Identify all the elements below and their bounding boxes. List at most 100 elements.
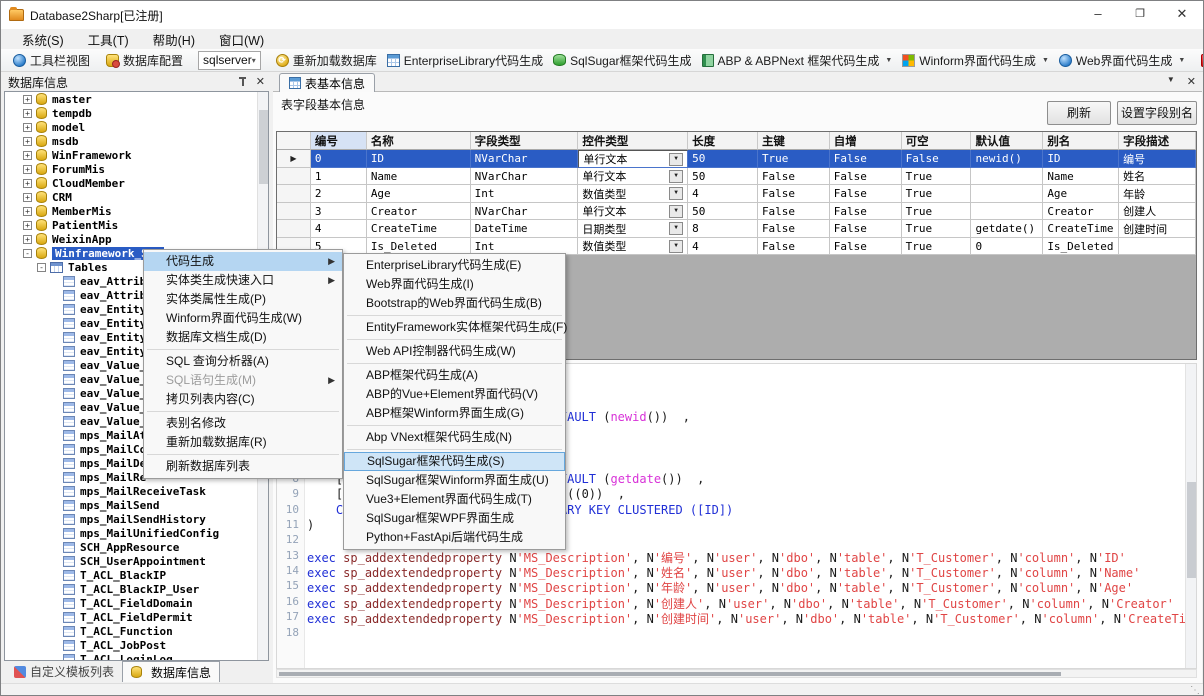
context-menu-item[interactable]: SQL语句生成(M)▶ bbox=[144, 371, 342, 390]
sql-horizontal-scrollbar[interactable] bbox=[276, 669, 1197, 678]
grid-cell[interactable]: CreateTime bbox=[367, 220, 471, 238]
grid-cell[interactable]: False bbox=[830, 150, 902, 168]
close-button[interactable]: ✕ bbox=[1161, 1, 1203, 29]
grid-column-header[interactable]: 名称 bbox=[367, 132, 471, 150]
sidebar-item-database[interactable]: +tempdb bbox=[5, 106, 268, 120]
menubar-item[interactable]: 帮助(H) bbox=[142, 29, 206, 50]
expander-plus-icon[interactable]: + bbox=[23, 193, 32, 202]
grid-cell[interactable]: False bbox=[758, 220, 830, 238]
expander-plus-icon[interactable]: + bbox=[23, 179, 32, 188]
table-row[interactable]: ▶0IDNVarChar单行文本▼50TrueFalseFalsenewid()… bbox=[277, 150, 1196, 168]
context-menu-item[interactable]: 重新加载数据库(R) bbox=[144, 433, 342, 452]
submenu-item[interactable]: Vue3+Element界面代码生成(T) bbox=[344, 490, 565, 509]
grid-cell[interactable]: DateTime bbox=[471, 220, 579, 238]
context-menu-item[interactable]: 表别名修改 bbox=[144, 414, 342, 433]
grid-cell[interactable]: False bbox=[830, 238, 902, 256]
submenu-item[interactable]: ABP框架代码生成(A) bbox=[344, 366, 565, 385]
expander-minus-icon[interactable]: - bbox=[37, 263, 46, 272]
table-row[interactable]: 1NameNVarChar单行文本▼50FalseFalseTrueName姓名 bbox=[277, 168, 1196, 186]
submenu-item[interactable]: SqlSugar框架代码生成(S) bbox=[344, 452, 565, 471]
sidebar-item-table[interactable]: T_ACL_Function bbox=[5, 624, 268, 638]
sidebar-item-database[interactable]: +WeixinApp bbox=[5, 232, 268, 246]
grid-corner-cell[interactable] bbox=[277, 132, 311, 150]
sidebar-item-database[interactable]: +WinFramework bbox=[5, 148, 268, 162]
grid-cell[interactable]: 0 bbox=[311, 150, 367, 168]
grid-cell[interactable]: CreateTime bbox=[1043, 220, 1119, 238]
grid-cell[interactable]: 0 bbox=[971, 238, 1043, 256]
grid-cell[interactable]: 8 bbox=[688, 220, 758, 238]
sidebar-item-table[interactable]: T_ACL_JobPost bbox=[5, 638, 268, 652]
grid-column-header[interactable]: 控件类型 bbox=[578, 132, 688, 150]
grid-row-header[interactable] bbox=[277, 203, 311, 221]
sidebar-item-database[interactable]: +MemberMis bbox=[5, 204, 268, 218]
grid-cell[interactable]: Name bbox=[1043, 168, 1119, 186]
dropdown-button-icon[interactable]: ▼ bbox=[669, 153, 683, 166]
exit-button[interactable]: ×退出 bbox=[1196, 50, 1204, 71]
grid-cell[interactable]: True bbox=[902, 203, 972, 221]
expander-plus-icon[interactable]: + bbox=[23, 109, 32, 118]
grid-cell[interactable]: 50 bbox=[688, 150, 758, 168]
dropdown-button-icon[interactable]: ▼ bbox=[669, 240, 683, 253]
grid-cell[interactable]: False bbox=[830, 220, 902, 238]
expander-plus-icon[interactable]: + bbox=[23, 165, 32, 174]
table-row[interactable]: 3CreatorNVarChar单行文本▼50FalseFalseTrueCre… bbox=[277, 203, 1196, 221]
submenu-item[interactable]: Web API控制器代码生成(W) bbox=[344, 342, 565, 361]
toolbar-view-button[interactable]: 工具栏视图 bbox=[8, 50, 95, 71]
context-menu-item[interactable]: 实体类属性生成(P) bbox=[144, 290, 342, 309]
grid-cell[interactable]: ID bbox=[1043, 150, 1119, 168]
submenu-item[interactable]: Python+FastApi后端代码生成 bbox=[344, 528, 565, 547]
expander-plus-icon[interactable]: + bbox=[23, 235, 32, 244]
set-field-alias-button[interactable]: 设置字段别名 bbox=[1117, 101, 1197, 125]
grid-cell[interactable]: NVarChar bbox=[471, 168, 579, 186]
submenu-item[interactable]: EntityFramework实体框架代码生成(F) bbox=[344, 318, 565, 337]
abp-gen-button[interactable]: ABP & ABPNext 框架代码生成▼ bbox=[697, 50, 898, 71]
dropdown-button-icon[interactable]: ▼ bbox=[669, 205, 683, 218]
grid-cell[interactable]: True bbox=[902, 185, 972, 203]
menubar-item[interactable]: 窗口(W) bbox=[208, 29, 275, 50]
sqlsugar-gen-button[interactable]: SqlSugar框架代码生成 bbox=[548, 50, 696, 71]
grid-cell[interactable] bbox=[971, 168, 1043, 186]
sidebar-item-database[interactable]: +master bbox=[5, 92, 268, 106]
db-config-button[interactable]: 数据库配置 bbox=[101, 50, 188, 71]
web-gen-button[interactable]: Web界面代码生成▼ bbox=[1054, 50, 1190, 71]
sidebar-item-table[interactable]: mps_MailUnifiedConfig bbox=[5, 526, 268, 540]
sidebar-item-table[interactable]: T_ACL_BlackIP_User bbox=[5, 582, 268, 596]
grid-row-header[interactable] bbox=[277, 168, 311, 186]
sidebar-item-table[interactable]: SCH_AppResource bbox=[5, 540, 268, 554]
grid-cell[interactable]: Is_Deleted bbox=[1043, 238, 1119, 256]
grid-cell[interactable]: Int bbox=[471, 185, 579, 203]
enterpriselibrary-gen-button[interactable]: EnterpriseLibrary代码生成 bbox=[382, 50, 548, 71]
grid-row-header[interactable]: ▶ bbox=[277, 150, 311, 168]
context-menu-item[interactable]: 实体类生成快速入口▶ bbox=[144, 271, 342, 290]
grid-cell[interactable]: 日期类型▼ bbox=[578, 220, 688, 238]
grid-row-header[interactable] bbox=[277, 185, 311, 203]
sidebar-item-table[interactable]: T_ACL_FieldDomain bbox=[5, 596, 268, 610]
table-row[interactable]: 4CreateTimeDateTime日期类型▼8FalseFalseTrueg… bbox=[277, 220, 1196, 238]
submenu-item[interactable]: Abp VNext框架代码生成(N) bbox=[344, 428, 565, 447]
grid-cell[interactable]: False bbox=[758, 185, 830, 203]
table-row[interactable]: 2AgeInt数值类型▼4FalseFalseTrueAge年龄 bbox=[277, 185, 1196, 203]
pin-icon[interactable] bbox=[238, 77, 248, 87]
grid-cell[interactable]: Name bbox=[367, 168, 471, 186]
sidebar-item-database[interactable]: +CRM bbox=[5, 190, 268, 204]
grid-cell[interactable]: 4 bbox=[688, 185, 758, 203]
doc-close-icon[interactable]: ✕ bbox=[1187, 75, 1196, 88]
maximize-button[interactable]: ❐ bbox=[1119, 1, 1161, 29]
grid-column-header[interactable]: 长度 bbox=[688, 132, 758, 150]
tab-database-info[interactable]: 数据库信息 bbox=[122, 661, 220, 682]
sidebar-item-database[interactable]: +msdb bbox=[5, 134, 268, 148]
context-menu-item[interactable]: 拷贝列表内容(C) bbox=[144, 390, 342, 409]
grid-cell[interactable]: True bbox=[902, 168, 972, 186]
grid-cell[interactable]: 数值类型▼ bbox=[578, 238, 688, 256]
expander-plus-icon[interactable]: + bbox=[23, 207, 32, 216]
sidebar-item-table[interactable]: T_ACL_LoginLog bbox=[5, 652, 268, 661]
grid-cell[interactable]: 姓名 bbox=[1119, 168, 1196, 186]
grid-cell[interactable]: 50 bbox=[688, 203, 758, 221]
tab-table-info[interactable]: 表基本信息 bbox=[279, 73, 375, 92]
sidebar-close-icon[interactable]: ✕ bbox=[256, 77, 265, 87]
context-menu-item[interactable]: 刷新数据库列表 bbox=[144, 457, 342, 476]
expander-plus-icon[interactable]: + bbox=[23, 221, 32, 230]
grid-cell[interactable]: False bbox=[758, 238, 830, 256]
grid-cell[interactable]: 3 bbox=[311, 203, 367, 221]
grid-column-header[interactable]: 主键 bbox=[758, 132, 830, 150]
